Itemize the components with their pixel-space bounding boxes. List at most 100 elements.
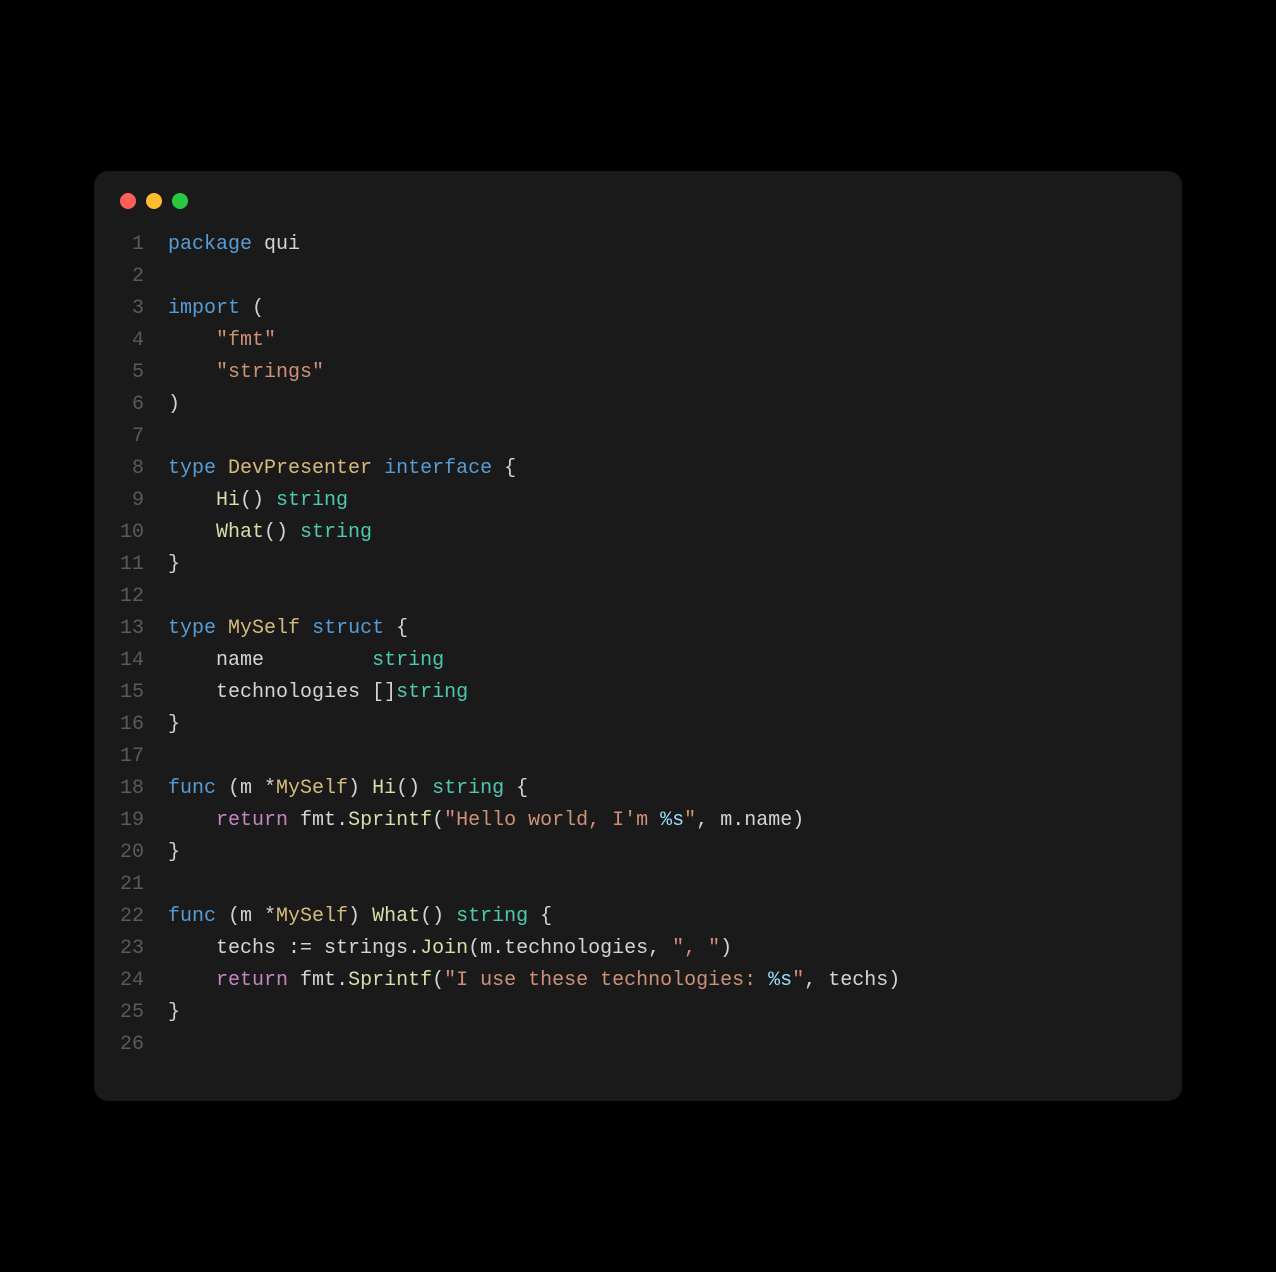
- token-typname: MySelf: [228, 617, 300, 640]
- line-number: 7: [120, 421, 168, 453]
- code-line[interactable]: 3import (: [120, 293, 1156, 325]
- token-str: "Hello world, I'm: [444, 809, 660, 832]
- token-punct: ): [720, 937, 732, 960]
- line-content[interactable]: techs := strings.Join(m.technologies, ",…: [168, 933, 732, 965]
- code-line[interactable]: 16}: [120, 709, 1156, 741]
- code-line[interactable]: 5 "strings": [120, 357, 1156, 389]
- code-line[interactable]: 4 "fmt": [120, 325, 1156, 357]
- line-content[interactable]: return fmt.Sprintf("Hello world, I'm %s"…: [168, 805, 804, 837]
- line-content[interactable]: }: [168, 549, 180, 581]
- line-content[interactable]: What() string: [168, 517, 372, 549]
- token-punct: }: [168, 1001, 180, 1024]
- line-content[interactable]: Hi() string: [168, 485, 348, 517]
- line-number: 9: [120, 485, 168, 517]
- token-kw: type: [168, 617, 216, 640]
- code-line[interactable]: 8type DevPresenter interface {: [120, 453, 1156, 485]
- line-content[interactable]: package qui: [168, 229, 300, 261]
- code-line[interactable]: 21: [120, 869, 1156, 901]
- line-content[interactable]: [168, 741, 180, 773]
- line-content[interactable]: name string: [168, 645, 444, 677]
- line-content[interactable]: func (m *MySelf) Hi() string {: [168, 773, 528, 805]
- code-line[interactable]: 24 return fmt.Sprintf("I use these techn…: [120, 965, 1156, 997]
- token-punct: , m.name): [696, 809, 804, 832]
- token-typ: string: [456, 905, 528, 928]
- code-line[interactable]: 7: [120, 421, 1156, 453]
- token-punct: [288, 969, 300, 992]
- code-line[interactable]: 17: [120, 741, 1156, 773]
- token-punct: (): [420, 905, 456, 928]
- line-content[interactable]: [168, 581, 180, 613]
- code-line[interactable]: 1package qui: [120, 229, 1156, 261]
- close-icon[interactable]: [120, 193, 136, 209]
- line-content[interactable]: type MySelf struct {: [168, 613, 408, 645]
- code-line[interactable]: 10 What() string: [120, 517, 1156, 549]
- minimize-icon[interactable]: [146, 193, 162, 209]
- code-line[interactable]: 20}: [120, 837, 1156, 869]
- code-line[interactable]: 25}: [120, 997, 1156, 1029]
- token-punct: [168, 969, 216, 992]
- token-ident: technologies: [216, 681, 360, 704]
- code-line[interactable]: 6): [120, 389, 1156, 421]
- token-typname: MySelf: [276, 905, 348, 928]
- code-editor[interactable]: 1package qui2 3import (4 "fmt"5 "strings…: [94, 219, 1182, 1101]
- token-fn: Hi: [216, 489, 240, 512]
- token-punct: (: [432, 809, 444, 832]
- token-punct: [264, 649, 372, 672]
- code-line[interactable]: 9 Hi() string: [120, 485, 1156, 517]
- token-punct: [168, 521, 216, 544]
- token-typ: string: [276, 489, 348, 512]
- token-punct: strings.: [312, 937, 420, 960]
- line-number: 6: [120, 389, 168, 421]
- code-line[interactable]: 15 technologies []string: [120, 677, 1156, 709]
- token-punct: ): [348, 905, 372, 928]
- line-number: 17: [120, 741, 168, 773]
- token-punct: [216, 617, 228, 640]
- token-kw: type: [168, 457, 216, 480]
- code-line[interactable]: 2: [120, 261, 1156, 293]
- line-content[interactable]: "fmt": [168, 325, 276, 357]
- line-number: 4: [120, 325, 168, 357]
- code-line[interactable]: 12: [120, 581, 1156, 613]
- token-punct: }: [168, 713, 180, 736]
- token-punct: [216, 457, 228, 480]
- line-number: 15: [120, 677, 168, 709]
- line-content[interactable]: type DevPresenter interface {: [168, 453, 516, 485]
- token-punct: [168, 329, 216, 352]
- token-ident: fmt: [300, 969, 336, 992]
- code-line[interactable]: 14 name string: [120, 645, 1156, 677]
- maximize-icon[interactable]: [172, 193, 188, 209]
- code-line[interactable]: 19 return fmt.Sprintf("Hello world, I'm …: [120, 805, 1156, 837]
- code-line[interactable]: 22func (m *MySelf) What() string {: [120, 901, 1156, 933]
- code-line[interactable]: 23 techs := strings.Join(m.technologies,…: [120, 933, 1156, 965]
- token-punct: .: [336, 809, 348, 832]
- line-content[interactable]: technologies []string: [168, 677, 468, 709]
- code-line[interactable]: 11}: [120, 549, 1156, 581]
- token-ctrl: return: [216, 809, 288, 832]
- line-content[interactable]: "strings": [168, 357, 324, 389]
- line-content[interactable]: }: [168, 837, 180, 869]
- token-punct: (: [240, 297, 264, 320]
- code-line[interactable]: 13type MySelf struct {: [120, 613, 1156, 645]
- line-content[interactable]: [168, 869, 180, 901]
- line-content[interactable]: }: [168, 709, 180, 741]
- line-content[interactable]: [168, 1029, 180, 1061]
- line-content[interactable]: [168, 261, 180, 293]
- line-number: 10: [120, 517, 168, 549]
- token-op: :=: [288, 937, 312, 960]
- line-content[interactable]: func (m *MySelf) What() string {: [168, 901, 552, 933]
- line-content[interactable]: }: [168, 997, 180, 1029]
- code-line[interactable]: 18func (m *MySelf) Hi() string {: [120, 773, 1156, 805]
- line-content[interactable]: import (: [168, 293, 264, 325]
- token-str: "I use these technologies:: [444, 969, 768, 992]
- code-line[interactable]: 26: [120, 1029, 1156, 1061]
- token-punct: .: [336, 969, 348, 992]
- token-str: "fmt": [216, 329, 276, 352]
- line-number: 14: [120, 645, 168, 677]
- token-fn: Join: [420, 937, 468, 960]
- line-number: 5: [120, 357, 168, 389]
- code-window: 1package qui2 3import (4 "fmt"5 "strings…: [94, 171, 1182, 1101]
- line-content[interactable]: ): [168, 389, 180, 421]
- line-number: 24: [120, 965, 168, 997]
- line-content[interactable]: [168, 421, 180, 453]
- line-content[interactable]: return fmt.Sprintf("I use these technolo…: [168, 965, 900, 997]
